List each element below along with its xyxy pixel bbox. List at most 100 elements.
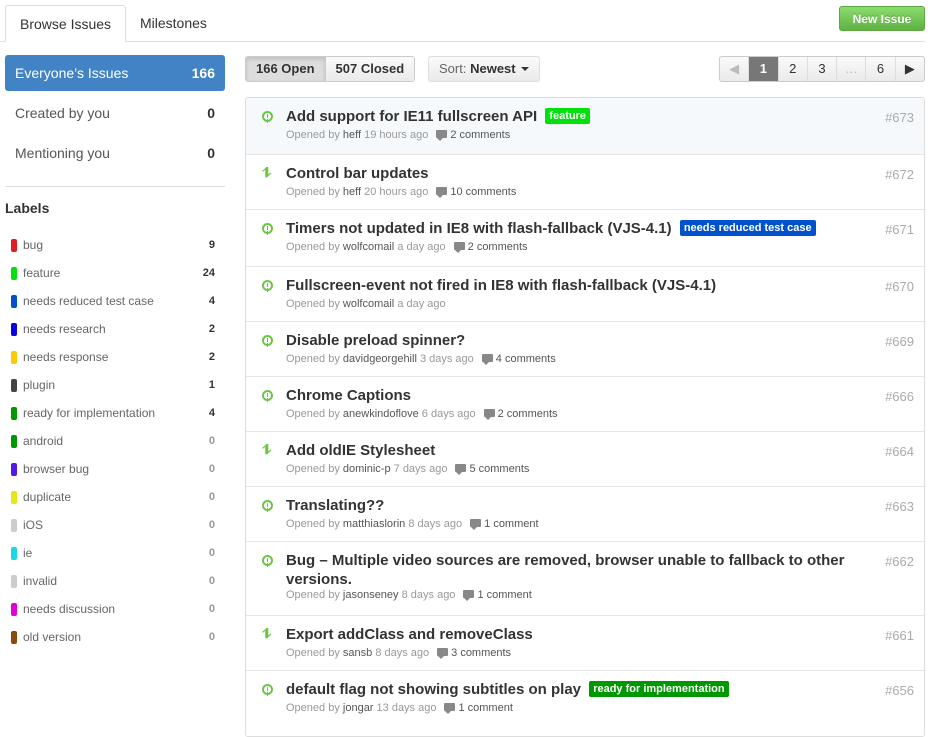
issue-title-link[interactable]: Fullscreen-event not fired in IE8 with f… [286, 276, 846, 295]
comment-icon [436, 130, 448, 141]
label-item[interactable]: iOS 0 [5, 515, 215, 535]
author-link[interactable]: sansb [343, 647, 372, 659]
issue-title-link[interactable]: Add support for IE11 fullscreen API feat… [286, 107, 846, 126]
comments-link[interactable]: 1 comment [458, 702, 512, 714]
label-count: 4 [208, 295, 215, 307]
label-item[interactable]: needs reduced test case 4 [5, 291, 215, 311]
issue-row: Chrome Captions Opened by anewkindoflove … [246, 376, 924, 431]
label-item[interactable]: android 0 [5, 431, 215, 451]
comments-link[interactable]: 1 comment [484, 518, 538, 530]
filter-created-by-you[interactable]: Created by you 0 [5, 95, 225, 131]
comments-link[interactable]: 4 comments [496, 353, 556, 365]
label-color-swatch [11, 435, 17, 448]
comments-link[interactable]: 10 comments [450, 186, 516, 198]
label-count: 4 [208, 407, 215, 419]
author-link[interactable]: jongar [343, 702, 374, 714]
issue-time: 8 days ago [401, 589, 456, 601]
comments-link[interactable]: 5 comments [469, 463, 529, 475]
issue-title-link[interactable]: Timers not updated in IE8 with flash-fal… [286, 219, 846, 238]
label-count: 2 [208, 351, 215, 363]
issue-meta: Opened by davidgeorgehill 3 days ago 4 co… [286, 353, 556, 365]
page-1-button[interactable]: 1 [748, 57, 778, 81]
issue-title-link[interactable]: Chrome Captions [286, 386, 846, 405]
label-item[interactable]: browser bug 0 [5, 459, 215, 479]
tab-milestones[interactable]: Milestones [126, 5, 221, 41]
issue-list: Add support for IE11 fullscreen API feat… [245, 97, 925, 737]
filter-everyones-issues[interactable]: Everyone’s Issues 166 [5, 55, 225, 91]
author-link[interactable]: dominic-p [343, 463, 391, 475]
label-item[interactable]: old version 0 [5, 627, 215, 647]
author-link[interactable]: wolfcomail [343, 298, 394, 310]
author-link[interactable]: heff [343, 186, 361, 198]
opened-by-text: Opened by [286, 702, 340, 714]
issue-title-link[interactable]: default flag not showing subtitles on pl… [286, 680, 846, 699]
sort-dropdown[interactable]: Sort: Newest [428, 56, 540, 82]
issue-title-link[interactable]: Export addClass and removeClass [286, 625, 846, 644]
author-link[interactable]: davidgeorgehill [343, 353, 417, 365]
prev-page-button[interactable]: ◀ [720, 57, 748, 81]
issue-meta: Opened by jasonseney 8 days ago 1 comment [286, 589, 532, 601]
chevron-down-icon [521, 67, 529, 71]
author-link[interactable]: anewkindoflove [343, 408, 419, 420]
issue-title-link[interactable]: Control bar updates [286, 164, 846, 183]
labels-heading: Labels [5, 200, 50, 216]
open-issue-icon [262, 223, 273, 234]
label-item[interactable]: needs response 2 [5, 347, 215, 367]
issue-meta: Opened by dominic-p 7 days ago 5 comments [286, 463, 529, 475]
tab-browse-issues[interactable]: Browse Issues [5, 5, 127, 42]
pagination: ◀ 1 2 3 … 6 ▶ [719, 56, 925, 82]
author-link[interactable]: jasonseney [343, 589, 399, 601]
issue-row: Fullscreen-event not fired in IE8 with f… [246, 266, 924, 321]
issue-number: #664 [885, 444, 914, 459]
filter-mentioning-you[interactable]: Mentioning you 0 [5, 135, 225, 171]
issue-row: default flag not showing subtitles on pl… [246, 670, 924, 736]
page-6-button[interactable]: 6 [865, 57, 894, 81]
label-count: 24 [202, 267, 215, 279]
opened-by-text: Opened by [286, 353, 340, 365]
label-item[interactable]: ie 0 [5, 543, 215, 563]
comment-icon [483, 409, 495, 420]
closed-issues-button[interactable]: 507 Closed [324, 57, 415, 81]
label-item[interactable]: plugin 1 [5, 375, 215, 395]
label-item[interactable]: invalid 0 [5, 571, 215, 591]
issue-title-text: Export addClass and removeClass [286, 626, 533, 643]
comments-link[interactable]: 2 comments [468, 241, 528, 253]
page-2-button[interactable]: 2 [777, 57, 807, 81]
issue-title-link[interactable]: Add oldIE Stylesheet [286, 441, 846, 460]
label-item[interactable]: duplicate 0 [5, 487, 215, 507]
issue-label-tag[interactable]: ready for implementation [589, 681, 729, 697]
label-count: 1 [208, 379, 215, 391]
issue-title-text: Add support for IE11 fullscreen API [286, 108, 538, 125]
issue-label-tag[interactable]: needs reduced test case [679, 220, 816, 236]
page-3-button[interactable]: 3 [806, 57, 836, 81]
comments-link[interactable]: 2 comments [498, 408, 558, 420]
label-item[interactable]: ready for implementation 4 [5, 403, 215, 423]
comments-link[interactable]: 2 comments [450, 129, 510, 141]
new-issue-button[interactable]: New Issue [839, 6, 925, 31]
author-link[interactable]: matthiaslorin [343, 518, 405, 530]
label-color-swatch [11, 463, 17, 476]
comments-link[interactable]: 3 comments [451, 647, 511, 659]
label-item[interactable]: needs discussion 0 [5, 599, 215, 619]
issue-title-text: Timers not updated in IE8 with flash-fal… [286, 220, 672, 237]
issue-label-tag[interactable]: feature [545, 108, 591, 124]
label-item[interactable]: bug 9 [5, 235, 215, 255]
label-name: needs response [23, 350, 109, 364]
issue-title-text: Bug – Multiple video sources are removed… [286, 552, 845, 588]
label-count: 0 [208, 435, 215, 447]
issue-title-link[interactable]: Translating?? [286, 496, 846, 515]
open-issues-button[interactable]: 166 Open [246, 57, 325, 81]
issue-meta: Opened by sansb 8 days ago 3 comments [286, 647, 511, 659]
author-link[interactable]: heff [343, 129, 361, 141]
comments-link[interactable]: 1 comment [477, 589, 531, 601]
label-item[interactable]: needs research 2 [5, 319, 215, 339]
label-item[interactable]: feature 24 [5, 263, 215, 283]
label-name: duplicate [23, 490, 72, 504]
author-link[interactable]: wolfcomail [343, 241, 394, 253]
label-name: feature [23, 266, 61, 280]
issue-title-link[interactable]: Bug – Multiple video sources are removed… [286, 551, 846, 589]
label-color-swatch [11, 631, 17, 644]
issue-title-link[interactable]: Disable preload spinner? [286, 331, 846, 350]
next-page-button[interactable]: ▶ [894, 57, 924, 81]
issue-row: ⥮ Export addClass and removeClass Opened b… [246, 615, 924, 670]
